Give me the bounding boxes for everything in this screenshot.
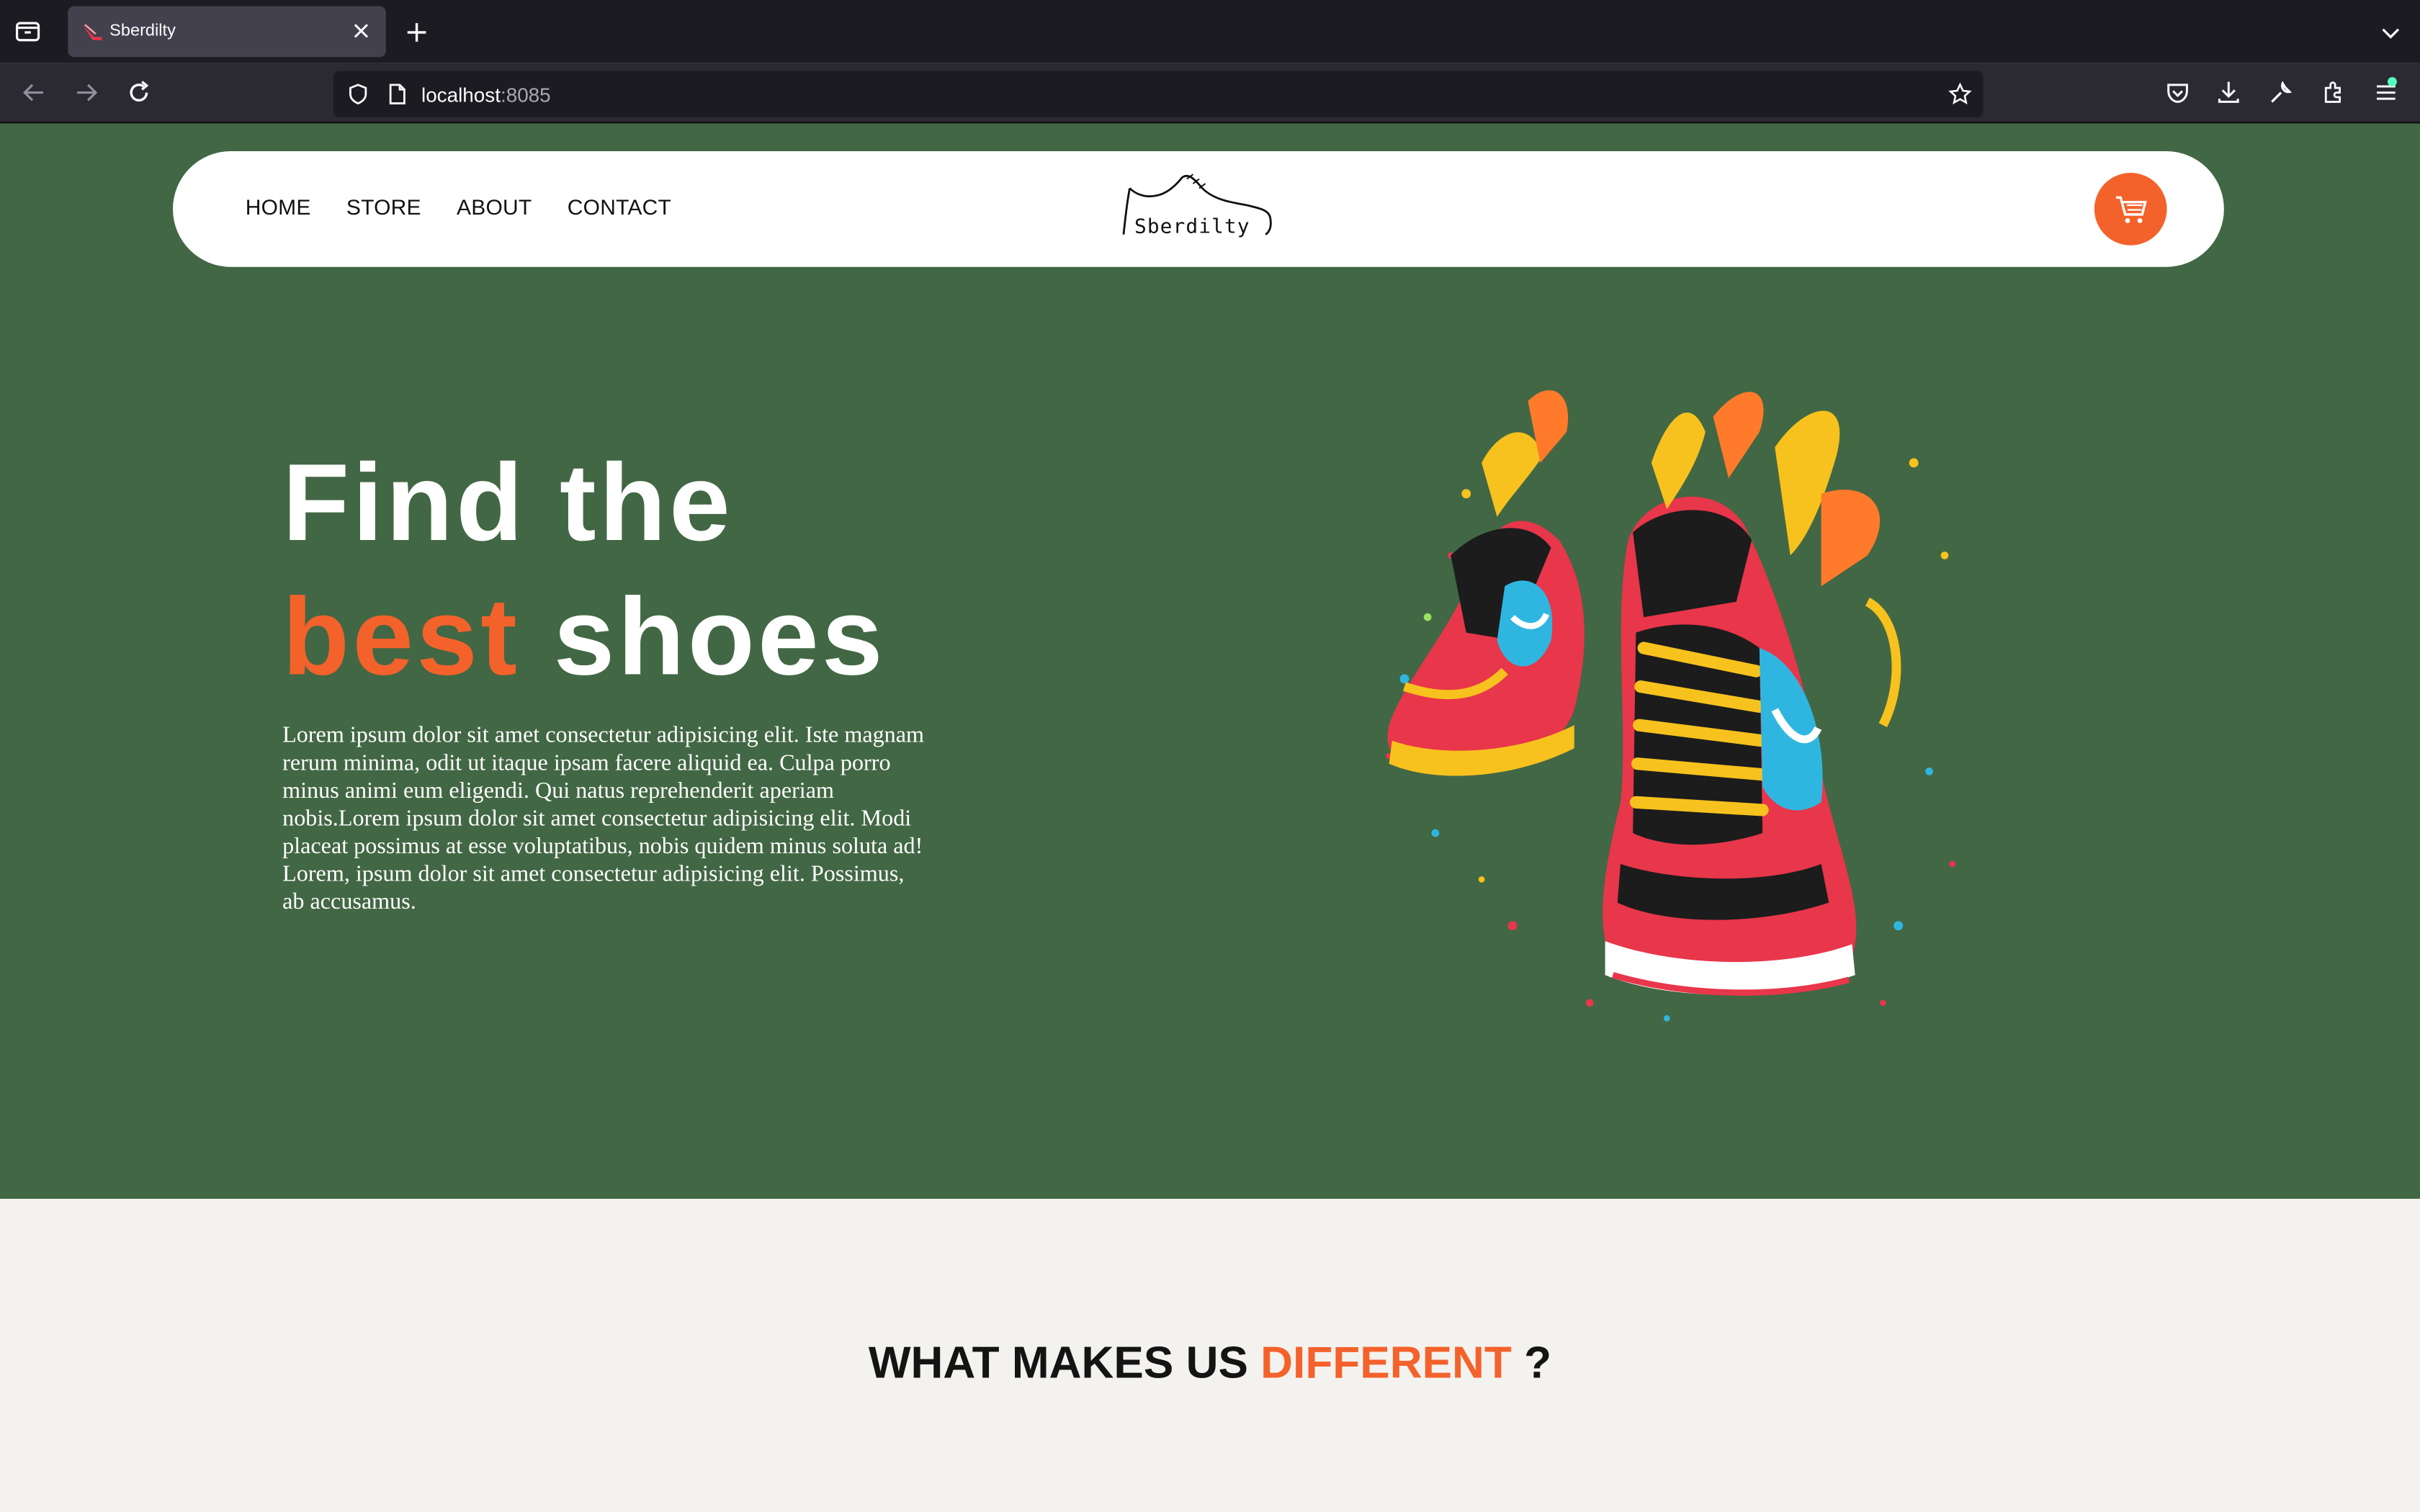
close-tab-icon[interactable]: [349, 19, 373, 43]
url-port: :8085: [500, 83, 551, 107]
front-sneaker: [1603, 392, 1901, 996]
bookmark-star-icon[interactable]: [1948, 82, 1972, 107]
logo-text: Sberdilty: [1134, 216, 1250, 240]
nav-links: HOME STORE ABOUT CONTACT: [246, 194, 707, 219]
forward-arrow-icon[interactable]: [71, 77, 102, 108]
headline-rest: shoes: [520, 577, 886, 699]
headline-line-1: Find the: [282, 443, 733, 565]
new-tab-icon[interactable]: [401, 17, 432, 48]
wrench-icon[interactable]: [2267, 78, 2295, 107]
back-sneaker: [1387, 390, 1585, 776]
section-heading: WHAT MAKES US DIFFERENT ?: [0, 1339, 2420, 1390]
nav-link-home[interactable]: HOME: [246, 194, 311, 219]
cart-icon: [2115, 196, 2147, 223]
heading-start: WHAT MAKES US: [868, 1339, 1261, 1389]
cart-button[interactable]: [2094, 173, 2167, 246]
nav-link-store[interactable]: STORE: [346, 194, 421, 219]
hero-description: Lorem ipsum dolor sit amet consectetur a…: [282, 723, 925, 915]
browser-toolbar: localhost:8085: [0, 63, 2420, 124]
headline-line-2: best shoes: [282, 571, 886, 705]
tab-title: Sberdilty: [109, 22, 176, 40]
shield-icon[interactable]: [346, 82, 370, 107]
pocket-icon[interactable]: [2164, 78, 2192, 107]
nav-link-about[interactable]: ABOUT: [457, 194, 532, 219]
hero-headline: Find the best shoes: [282, 436, 886, 705]
active-tab[interactable]: Sberdilty: [68, 6, 386, 58]
heading-accent: DIFFERENT: [1260, 1339, 1512, 1389]
heading-end: ?: [1511, 1339, 1552, 1389]
nav-link-contact[interactable]: CONTACT: [568, 194, 671, 219]
extensions-icon[interactable]: [2320, 78, 2348, 107]
url-host: localhost: [421, 83, 501, 107]
hero-section: HOME STORE ABOUT CONTACT Sberdilty Find …: [0, 123, 2420, 1199]
download-icon[interactable]: [2215, 78, 2243, 107]
tab-list-icon[interactable]: [12, 15, 43, 46]
headline-accent: best: [282, 577, 521, 699]
url-text[interactable]: localhost:8085: [421, 84, 551, 107]
chevron-down-icon[interactable]: [2377, 19, 2405, 47]
site-navbar: HOME STORE ABOUT CONTACT Sberdilty: [173, 151, 2224, 267]
update-badge: [2388, 77, 2397, 86]
address-bar[interactable]: localhost:8085: [333, 71, 1984, 117]
splash-sneakers-image: [1386, 390, 1955, 1022]
site-logo[interactable]: Sberdilty: [1121, 170, 1281, 247]
reload-icon[interactable]: [123, 77, 154, 108]
browser-tab-strip: Sberdilty: [0, 0, 2420, 63]
shoe-favicon-icon: [83, 24, 102, 40]
back-arrow-icon[interactable]: [19, 77, 50, 108]
page-icon[interactable]: [385, 82, 409, 107]
